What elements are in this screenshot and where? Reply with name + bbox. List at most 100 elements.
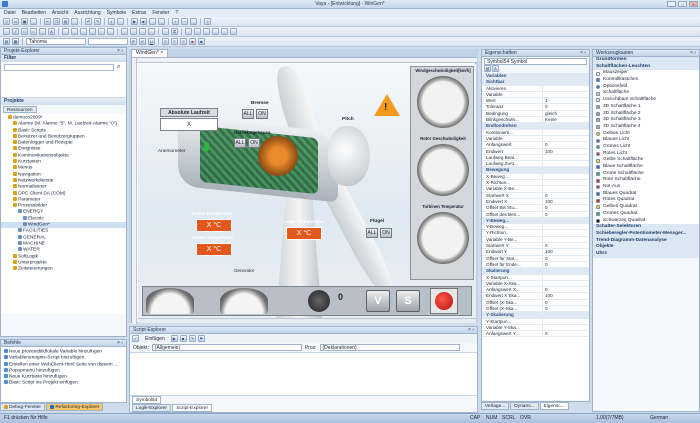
property-value[interactable]	[542, 324, 589, 331]
toolbox-item[interactable]: 3D Schaltfläche 3	[593, 117, 699, 124]
property-value[interactable]: 100	[542, 249, 589, 255]
property-value[interactable]: 0	[542, 211, 589, 217]
property-value[interactable]	[542, 280, 589, 287]
sort-alpha-icon[interactable]: A	[492, 65, 499, 72]
align-center-icon[interactable]	[71, 28, 78, 35]
tab-debug-window[interactable]: Debug-Fenster	[0, 403, 45, 411]
property-value[interactable]	[542, 312, 589, 318]
property-value[interactable]: 0	[542, 287, 589, 293]
property-value[interactable]: Keine	[542, 117, 589, 123]
property-value[interactable]: 0	[542, 104, 589, 110]
delete-icon[interactable]	[71, 18, 78, 25]
toolbox-item[interactable]: Gelbes Quadrat	[593, 204, 699, 211]
line-icon[interactable]: ╱	[12, 28, 19, 35]
filter-input[interactable]	[4, 64, 114, 71]
toolbox-item[interactable]: Unsichtbare Schaltfläche	[593, 97, 699, 104]
property-value[interactable]	[542, 85, 589, 91]
tab-script-explorer[interactable]: Script-Explorer	[172, 404, 213, 412]
paste-icon[interactable]: ▤	[62, 18, 69, 25]
property-value[interactable]: 0	[542, 255, 589, 261]
close-icon[interactable]: × ‹	[117, 340, 123, 347]
property-value[interactable]	[542, 154, 589, 161]
property-value[interactable]: 0	[542, 192, 589, 198]
blade-all-button[interactable]: ALL	[366, 228, 378, 238]
object-selector[interactable]: Symbol54 Symbol	[484, 58, 587, 65]
toolbox-group[interactable]: Uhrs	[593, 250, 699, 258]
stop-icon[interactable]: ■	[140, 18, 147, 25]
property-value[interactable]: gleich	[542, 110, 589, 117]
property-value[interactable]: 0	[542, 299, 589, 305]
property-value[interactable]	[542, 236, 589, 243]
menu-datei[interactable]: Datei	[4, 10, 16, 16]
toolbox-item[interactable]: 3D Schaltfläche 1	[593, 104, 699, 111]
find-icon[interactable]: ⌕	[108, 18, 115, 25]
tab-windgen[interactable]: WindGen* ×	[131, 49, 169, 57]
close-icon[interactable]: × ‹	[468, 327, 474, 334]
property-value[interactable]: 1	[542, 98, 589, 104]
debug-icon[interactable]	[158, 18, 165, 25]
lock-icon[interactable]: ⚿	[171, 28, 178, 35]
grid-icon[interactable]	[190, 18, 197, 25]
italic-button[interactable]: K	[139, 38, 146, 45]
property-value[interactable]	[542, 135, 589, 142]
property-value[interactable]: 100	[542, 198, 589, 205]
toolbox-item[interactable]: Gelbe Schaltfläche	[593, 157, 699, 164]
property-value[interactable]	[542, 230, 589, 236]
align-left-icon[interactable]	[62, 28, 69, 35]
close-icon[interactable]: × ‹	[117, 48, 123, 55]
front-icon[interactable]	[139, 28, 146, 35]
proc-select[interactable]: (Deklarationen)	[319, 344, 460, 351]
toolbox-item[interactable]: Grünes Quadrat	[593, 211, 699, 218]
property-value[interactable]	[542, 79, 589, 85]
gearbox-all-button[interactable]: ALL	[234, 138, 246, 148]
object-select[interactable]: (Allgemein)	[151, 344, 302, 351]
projects-section-header[interactable]: Projekte	[1, 98, 126, 105]
tab-symbol54[interactable]: Symbol54	[132, 396, 162, 404]
rect-icon[interactable]: □	[21, 28, 28, 35]
open-folder-icon[interactable]: ▭	[12, 18, 19, 25]
run-icon[interactable]: ▶	[170, 335, 178, 342]
property-value[interactable]	[542, 173, 589, 180]
trend-icon[interactable]	[221, 28, 228, 35]
property-value[interactable]: 100	[542, 148, 589, 154]
ellipse-icon[interactable]: ○	[30, 28, 37, 35]
align-center-icon[interactable]: ≡	[171, 38, 178, 45]
brake-all-button[interactable]: ALL	[242, 109, 254, 119]
close-icon[interactable]: × ‹	[580, 50, 586, 57]
menu-ausrichtung[interactable]: Ausrichtung	[74, 10, 100, 16]
brake-on-button[interactable]: ON	[256, 109, 268, 119]
property-value[interactable]	[542, 268, 589, 274]
close-icon[interactable]: × ‹	[690, 50, 696, 57]
property-value[interactable]	[542, 129, 589, 135]
process-image[interactable]: Absolute Laufzeit X Anemometer Bremse AL…	[138, 64, 476, 318]
property-value[interactable]	[542, 180, 589, 186]
ungroup-icon[interactable]	[130, 28, 137, 35]
horizontal-scrollbar[interactable]	[138, 318, 476, 323]
close-icon[interactable]: ×	[160, 50, 163, 56]
command-item[interactable]: Basic Script ins Projekt einfügen	[4, 380, 126, 386]
script-editor[interactable]	[130, 352, 477, 396]
tab-refactoring-explorer[interactable]: Refactoring-Explorer	[46, 403, 104, 411]
tab-dynamik[interactable]: Dynami...	[510, 402, 539, 410]
layer-icon[interactable]	[162, 28, 169, 35]
menu-extras[interactable]: Extras	[132, 10, 146, 16]
tab-verlage[interactable]: Verlage...	[481, 402, 510, 410]
bookmark-icon[interactable]: ⚑	[197, 335, 205, 342]
gearbox-on-button[interactable]: ON	[248, 138, 260, 148]
search-icon[interactable]: ⌕	[117, 64, 120, 71]
group-grundformen[interactable]: Grundformen	[593, 57, 699, 64]
stop-icon[interactable]: ■	[179, 335, 187, 342]
symbol-icon[interactable]	[185, 28, 192, 35]
text-icon[interactable]: A	[48, 28, 55, 35]
property-value[interactable]	[542, 161, 589, 167]
toolbox-item[interactable]: Kontrollkästchen	[593, 77, 699, 84]
menu-symbole[interactable]: Symbole	[107, 10, 126, 16]
tree-item[interactable]: Alarme (M. Alarme "5", M. Laufzeit-Alarm…	[1, 121, 126, 127]
color-icon[interactable]: ▦	[12, 38, 19, 45]
property-value[interactable]	[542, 318, 589, 324]
print-icon[interactable]	[117, 18, 124, 25]
s-button[interactable]: S	[396, 290, 420, 312]
format-icon[interactable]: ▤	[3, 38, 10, 45]
toolbox-item[interactable]: 3D Schaltfläche 4	[593, 124, 699, 131]
copy-icon[interactable]: ❐	[53, 18, 60, 25]
